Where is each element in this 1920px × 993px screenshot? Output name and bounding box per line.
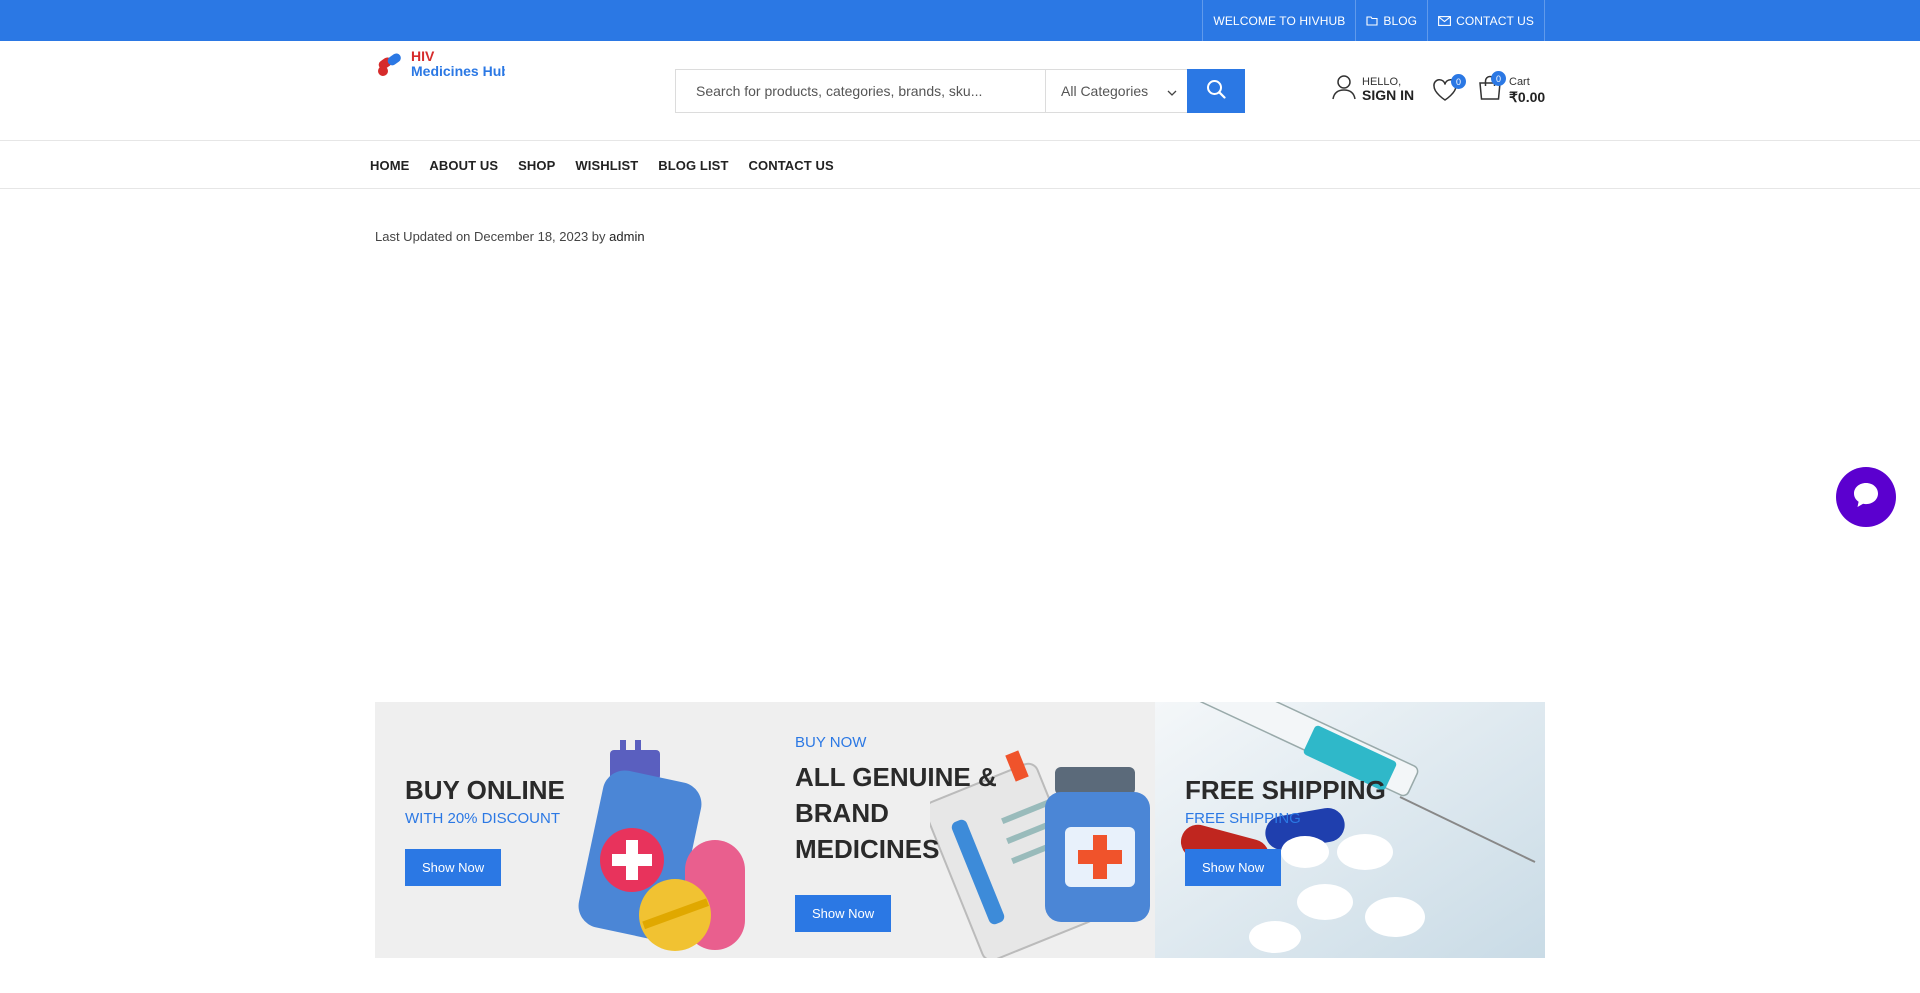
top-bar: WELCOME TO HIVHUB BLOG CONTACT US (0, 0, 1920, 41)
banner-subtitle: WITH 20% DISCOUNT (405, 810, 561, 827)
wishlist-count-badge: 0 (1451, 74, 1466, 89)
welcome-label: WELCOME TO HIVHUB (1213, 13, 1346, 28)
user-icon (1332, 74, 1356, 105)
nav-home[interactable]: HOME (370, 158, 409, 173)
banner-title: ALL GENUINE & BRAND MEDICINES (795, 762, 997, 864)
banner-subtitle: FREE SHIPPING (1185, 810, 1301, 827)
promo-banner-genuine-medicines: BUY NOW ALL GENUINE & BRAND MEDICINES Sh… (765, 702, 1155, 958)
main-nav: HOME ABOUT US SHOP WISHLIST BLOG LIST CO… (0, 142, 1920, 189)
wishlist-button[interactable]: 0 (1432, 74, 1466, 107)
show-now-button[interactable]: Show Now (1185, 849, 1282, 886)
banner-title: BUY ONLINE (405, 775, 565, 805)
cart-total: ₹0.00 (1509, 88, 1546, 105)
svg-text:HIV: HIV (411, 48, 435, 64)
show-now-button[interactable]: Show Now (405, 849, 502, 886)
contact-link[interactable]: CONTACT US (1427, 0, 1545, 41)
folder-icon (1366, 15, 1378, 26)
chat-widget-button[interactable] (1836, 467, 1896, 527)
search-button[interactable] (1187, 69, 1245, 113)
search-icon (1206, 79, 1226, 104)
contact-label: CONTACT US (1456, 13, 1534, 28)
last-updated: Last Updated on December 18, 2023 by adm… (375, 229, 645, 244)
promo-banners: BUY ONLINE WITH 20% DISCOUNT Show Now BU… (375, 702, 1545, 958)
nav-about-us[interactable]: ABOUT US (429, 158, 498, 173)
promo-banner-free-shipping: FREE SHIPPING FREE SHIPPING Show Now (1155, 702, 1545, 958)
account-signin: SIGN IN (1362, 86, 1415, 103)
banner-title: FREE SHIPPING (1185, 775, 1386, 805)
nav-contact-us[interactable]: CONTACT US (749, 158, 834, 173)
blog-label: BLOG (1383, 13, 1418, 28)
category-select[interactable]: All Categories (1046, 70, 1187, 112)
updated-text: Last Updated on December 18, 2023 by (375, 229, 606, 244)
cart-label: Cart (1509, 76, 1530, 89)
envelope-icon (1438, 15, 1452, 26)
svg-text:Medicines Hub: Medicines Hub (411, 63, 505, 79)
account-link[interactable]: HELLO, SIGN IN (1332, 74, 1414, 105)
banner-pretitle: BUY NOW (795, 734, 867, 751)
blog-link[interactable]: BLOG (1355, 0, 1427, 41)
site-header: HIV Medicines Hub All Categories HELLO, … (0, 41, 1920, 141)
show-now-button[interactable]: Show Now (795, 895, 892, 932)
nav-wishlist[interactable]: WISHLIST (575, 158, 638, 173)
search-bar: All Categories (675, 69, 1245, 113)
bag-icon: 0 (1477, 71, 1506, 106)
cart-button[interactable]: 0 Cart ₹0.00 (1477, 71, 1546, 106)
author-link[interactable]: admin (609, 229, 644, 244)
category-selected: All Categories (1061, 83, 1149, 99)
welcome-link[interactable]: WELCOME TO HIVHUB (1202, 0, 1355, 41)
nav-blog-list[interactable]: BLOG LIST (658, 158, 728, 173)
promo-banner-buy-online: BUY ONLINE WITH 20% DISCOUNT Show Now (375, 702, 765, 958)
chevron-down-icon (1167, 83, 1177, 99)
chat-bubble-icon (1851, 480, 1881, 515)
medicine-bottle-illustration (560, 740, 765, 958)
top-bar-links: WELCOME TO HIVHUB BLOG CONTACT US (1202, 0, 1545, 41)
heart-icon (1432, 78, 1458, 106)
search-input[interactable] (676, 70, 1046, 112)
site-logo[interactable]: HIV Medicines Hub (375, 45, 510, 83)
cart-count-badge: 0 (1491, 71, 1506, 86)
nav-shop[interactable]: SHOP (518, 158, 555, 173)
